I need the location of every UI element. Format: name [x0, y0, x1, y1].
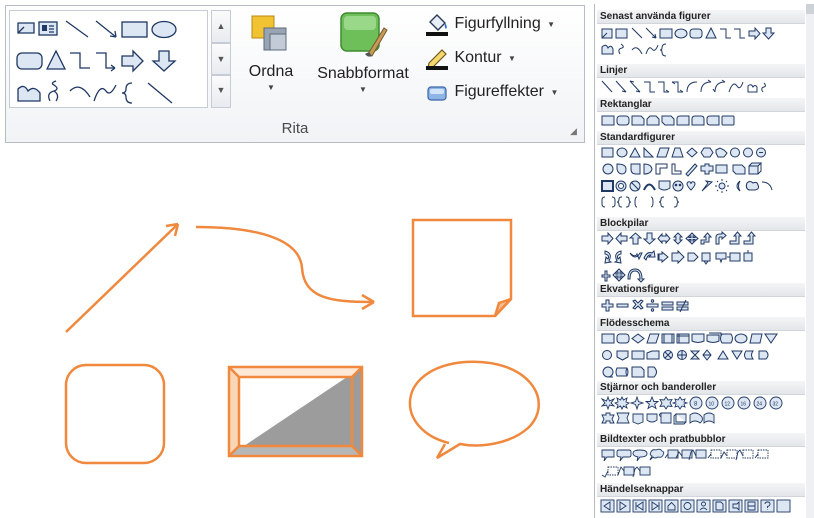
arrow-shape[interactable] — [65, 222, 180, 333]
elbow-arrow-connector-icon — [96, 52, 116, 72]
category-recent: Senast använda figurer — [597, 10, 805, 60]
arrange-label: Ordna — [248, 63, 294, 80]
callouts-icons[interactable] — [600, 447, 800, 483]
right-arrow-icon — [121, 49, 144, 73]
oval-callout-shape[interactable] — [408, 360, 540, 460]
shape-gallery[interactable] — [9, 10, 208, 108]
shape-outline-button[interactable]: Kontur ▼ — [424, 46, 558, 72]
equation-shapes-icons[interactable] — [600, 297, 800, 315]
down-arrow-icon — [151, 50, 177, 72]
quick-styles-label: Snabbformat — [317, 65, 409, 82]
category-action-buttons: Händelseknappar — [597, 483, 805, 515]
arrange-button[interactable]: Ordna ▼ — [242, 10, 300, 92]
bevel-shape[interactable] — [227, 365, 364, 458]
drawing-canvas — [64, 218, 540, 465]
rounded-rectangle-icon — [16, 52, 43, 70]
shape-outline-label: Kontur — [454, 49, 502, 66]
elbow-connector-icon — [70, 52, 90, 69]
gallery-scroll-down-button[interactable]: ▼ — [211, 43, 231, 75]
curved-arrow-shape[interactable] — [195, 225, 375, 311]
quick-styles-icon — [340, 12, 388, 57]
shape-outline-dropdown-arrow: ▼ — [508, 53, 516, 63]
line-icon — [65, 20, 89, 38]
basic-row-4 — [601, 196, 680, 208]
shape-gallery-icons — [16, 20, 177, 104]
quick-styles-dropdown-arrow: ▼ — [359, 85, 367, 94]
category-header-flowchart: Flödesschema — [597, 317, 805, 331]
category-flowchart: Flödesschema — [597, 317, 805, 383]
shape-effects-label: Figureffekter — [454, 83, 544, 100]
scribble-icon — [48, 80, 59, 102]
oval-icon — [151, 20, 177, 39]
group-label-drawing: Rita — [281, 120, 309, 137]
freeform-icon — [17, 85, 41, 102]
triangle-icon — [45, 49, 67, 70]
lines-icons[interactable] — [600, 78, 800, 96]
dialog-launcher-icon[interactable]: ◢ — [570, 126, 580, 136]
gallery-more-button[interactable]: ▼ — [211, 75, 231, 108]
category-block-arrows: Blockpilar — [597, 217, 805, 285]
text-box-icon — [17, 22, 35, 34]
rectangles-icons[interactable] — [600, 112, 800, 130]
stars-banners-icons[interactable]: 8 10 12 16 24 32 — [600, 395, 800, 429]
shapes-panel-scrollbar[interactable] — [806, 4, 814, 518]
shape-format-buttons: Figurfyllning ▼ Kontur ▼ Figureffekter ▼ — [424, 12, 558, 114]
shape-effects-button[interactable]: Figureffekter ▼ — [424, 80, 558, 106]
category-header-rectangles: Rektanglar — [597, 98, 805, 112]
shape-effects-dropdown-arrow: ▼ — [550, 87, 559, 97]
svg-text:16: 16 — [741, 402, 747, 408]
shape-fill-dropdown-arrow: ▼ — [547, 19, 556, 29]
rounded-rectangle-shape[interactable] — [64, 363, 166, 465]
action-buttons-icons[interactable] — [600, 497, 806, 515]
flowchart-icons[interactable] — [600, 331, 800, 383]
category-header-basic-shapes: Standardfigurer — [597, 131, 805, 145]
svg-text:32: 32 — [773, 402, 779, 408]
block-arrows-icons[interactable] — [600, 231, 800, 285]
shapes-panel: Senast använda figurer Linjer Rektanglar… — [594, 4, 814, 518]
shape-fill-label: Figurfyllning — [454, 15, 541, 32]
category-lines: Linjer — [597, 64, 805, 96]
category-header-recent: Senast använda figurer — [597, 10, 805, 24]
category-header-action-buttons: Händelseknappar — [597, 483, 805, 497]
basic-row-3 — [601, 179, 773, 193]
basic-row-2 — [602, 162, 763, 177]
category-header-equation-shapes: Ekvationsfigurer — [597, 283, 805, 297]
recent-shapes-icons[interactable] — [600, 24, 800, 60]
svg-text:10: 10 — [709, 402, 715, 408]
vertical-text-box-icon — [38, 21, 58, 36]
basic-shapes-icons[interactable] — [600, 145, 800, 227]
shapes-panel-scroll-thumb[interactable] — [806, 4, 814, 14]
category-stars-banners: Stjärnor och banderoller 8 10 12 16 24 3… — [597, 381, 805, 429]
svg-text:12: 12 — [725, 402, 731, 408]
category-equation-shapes: Ekvationsfigurer — [597, 283, 805, 315]
category-basic-shapes: Standardfigurer — [597, 131, 805, 227]
arrange-icon — [251, 15, 287, 51]
shape-fill-button[interactable]: Figurfyllning ▼ — [424, 12, 558, 38]
category-header-stars-banners: Stjärnor och banderoller — [597, 381, 805, 395]
pencil-icon — [426, 49, 448, 70]
curve-icon — [93, 84, 117, 102]
rectangle-icon — [121, 21, 148, 38]
category-rectangles: Rektanglar — [597, 98, 805, 130]
ribbon-group-drawing: ▲ ▼ ▼ Ordna ▼ Snabbformat ▼ Figurfyllnin… — [5, 5, 585, 143]
left-brace-icon — [121, 82, 133, 104]
arrange-dropdown-arrow: ▼ — [267, 83, 275, 92]
arc-icon — [69, 86, 91, 98]
basic-row-1 — [601, 146, 766, 158]
paint-bucket-icon — [426, 14, 448, 36]
gallery-scroll-up-button[interactable]: ▲ — [211, 10, 231, 43]
category-header-lines: Linjer — [597, 64, 805, 78]
quick-styles-button[interactable]: Snabbformat ▼ — [308, 10, 418, 94]
svg-text:24: 24 — [757, 402, 763, 408]
category-callouts: Bildtexter och pratbubblor — [597, 433, 805, 483]
folded-corner-shape[interactable] — [411, 218, 513, 318]
line-icon-2 — [147, 82, 173, 104]
arrow-icon — [95, 20, 117, 38]
category-header-block-arrows: Blockpilar — [597, 217, 805, 231]
shape-effects-icon — [427, 86, 447, 101]
gallery-scroller: ▲ ▼ ▼ — [211, 10, 231, 108]
category-header-callouts: Bildtexter och pratbubblor — [597, 433, 805, 447]
